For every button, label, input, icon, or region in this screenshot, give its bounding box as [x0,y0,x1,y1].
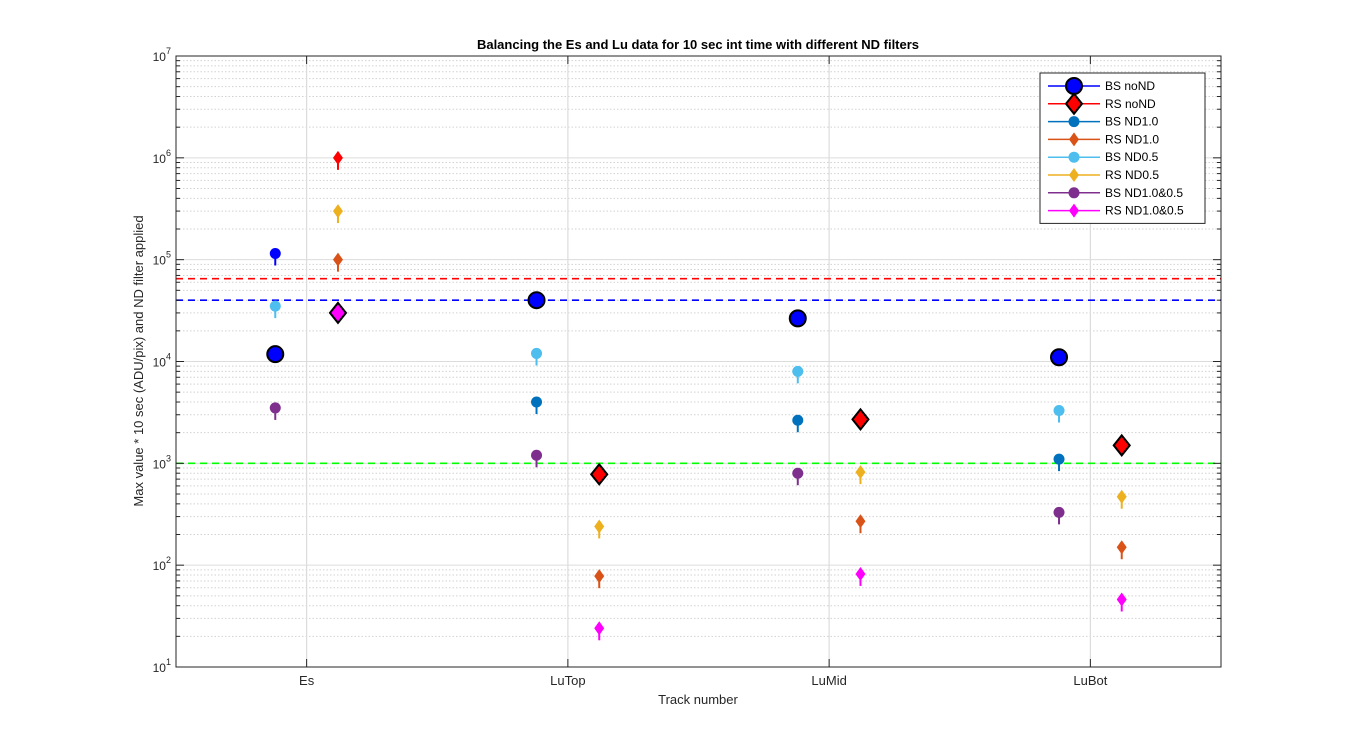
marker-circle [531,347,543,359]
data-point [788,309,807,328]
x-tick-label: Es [299,673,315,688]
legend-label: RS noND [1105,97,1156,111]
y-tick-label: 105 [153,250,171,268]
legend-marker [1068,116,1080,128]
marker-circle [266,345,285,364]
legend: BS noND RS noND BS ND1.0 RS ND1.0 BS ND0.5 RS… [1039,72,1206,224]
marker-circle [531,449,543,461]
legend-label: RS ND0.5 [1105,168,1159,182]
marker-circle [1053,405,1065,417]
marker-circle [792,467,804,479]
marker-circle [269,300,281,312]
marker-circle [527,291,546,310]
legend-label: BS noND [1105,79,1155,93]
y-axis-label: Max value * 10 sec (ADU/pix) and ND filt… [131,215,146,506]
legend-box [1039,72,1206,224]
marker-circle [269,247,281,259]
y-tick-label: 106 [153,148,171,166]
marker-circle [1050,348,1069,367]
legend-marker [1068,151,1080,163]
chart-title: Balancing the Es and Lu data for 10 sec … [477,37,919,52]
legend-label: BS ND1.0&0.5 [1105,186,1183,200]
x-tick-label: LuMid [811,673,846,688]
chart-svg: Balancing the Es and Lu data for 10 sec … [131,37,1222,707]
y-tick-label: 102 [153,555,171,573]
data-point [266,345,285,364]
marker-circle [531,396,543,408]
legend-label: RS ND1.0&0.5 [1105,204,1184,218]
legend-label: RS ND1.0 [1105,132,1159,146]
legend-label: BS ND1.0 [1105,115,1159,129]
marker-circle [1053,453,1065,465]
x-tick-label: LuTop [550,673,585,688]
marker-circle [788,309,807,328]
legend-marker [1065,77,1083,95]
data-point [527,291,546,310]
legend-label: BS ND0.5 [1105,150,1159,164]
legend-marker [1068,187,1080,199]
x-axis-label: Track number [658,692,738,707]
marker-circle [792,414,804,426]
x-tick-label: LuBot [1073,673,1107,688]
data-point [1050,348,1069,367]
marker-circle [269,402,281,414]
y-tick-label: 103 [153,453,171,471]
chart-figure: Balancing the Es and Lu data for 10 sec … [0,0,1350,750]
y-tick-label: 107 [153,46,171,64]
marker-circle [1053,506,1065,518]
marker-circle [792,365,804,377]
y-tick-label: 104 [153,352,171,370]
y-tick-label: 101 [153,657,171,675]
